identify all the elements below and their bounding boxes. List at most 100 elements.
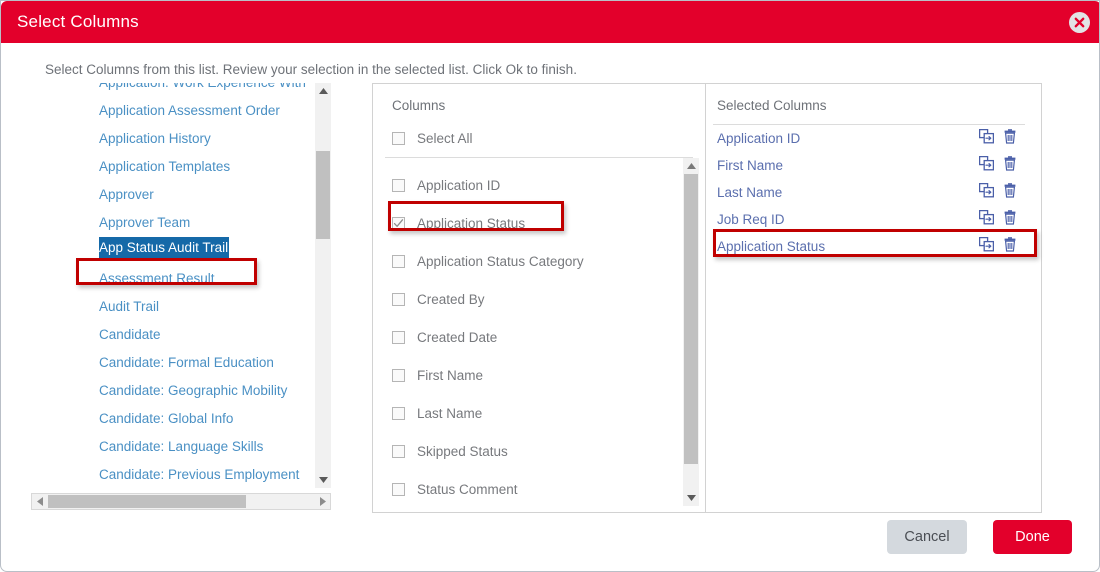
scroll-up-arrow-icon[interactable] <box>315 83 331 99</box>
tree-vertical-scrollbar[interactable] <box>315 83 331 488</box>
column-checkbox-row-created-date[interactable]: Created Date <box>373 318 683 356</box>
tree-item-app-status-audit-trail[interactable]: App Status Audit Trail <box>99 237 230 258</box>
checkbox-label-last-name: Last Name <box>417 405 483 421</box>
checkbox-application-id[interactable] <box>392 178 405 192</box>
delete-column-icon[interactable] <box>1003 129 1017 144</box>
dialog-titlebar: Select Columns <box>1 1 1099 43</box>
move-column-icon[interactable] <box>979 210 994 225</box>
move-column-icon[interactable] <box>979 156 994 171</box>
checkbox-label-status-comment: Status Comment <box>417 481 518 497</box>
checkbox-label-first-name: First Name <box>417 367 484 383</box>
selected-column-label-job-req-id: Job Req ID <box>717 212 785 227</box>
selected-column-label-last-name: Last Name <box>717 185 783 200</box>
tree-hscrollbar-thumb[interactable] <box>48 495 246 508</box>
close-x-glyph <box>1074 17 1085 28</box>
tree-horizontal-scrollbar[interactable] <box>31 493 331 510</box>
selected-column-actions <box>979 183 1017 198</box>
checkbox-label-application-status-category: Application Status Category <box>417 253 584 269</box>
tree-item-candidate-global-info[interactable]: Candidate: Global Info <box>31 405 315 433</box>
delete-column-icon[interactable] <box>1003 183 1017 198</box>
columns-panel: Columns Select All Application ID Applica… <box>373 84 705 512</box>
select-all-label: Select All <box>417 130 473 146</box>
tree-item-candidate-previous-employment[interactable]: Candidate: Previous Employment <box>31 461 315 489</box>
check-mark-icon <box>393 218 404 227</box>
tree-item-application-history[interactable]: Application History <box>31 125 315 153</box>
entity-tree-panel[interactable]: Application: Work Experience WithApplica… <box>31 83 331 507</box>
tree-item-audit-trail[interactable]: Audit Trail <box>31 293 315 321</box>
selected-column-label-application-status: Application Status <box>717 239 826 254</box>
delete-column-icon[interactable] <box>1003 210 1017 225</box>
checkbox-label-created-by: Created By <box>417 291 485 307</box>
selected-column-row-application-id[interactable]: Application ID <box>706 125 1042 152</box>
selected-column-row-application-status[interactable]: Application Status <box>706 233 1042 260</box>
scroll-right-arrow-icon[interactable] <box>315 494 330 509</box>
tree-scrollbar-thumb[interactable] <box>316 151 330 239</box>
selected-column-row-first-name[interactable]: First Name <box>706 152 1042 179</box>
selected-columns-header: Selected Columns <box>717 98 827 113</box>
column-checkbox-row-created-by[interactable]: Created By <box>373 280 683 318</box>
cancel-button[interactable]: Cancel <box>887 520 967 554</box>
columns-checkbox-list: Application ID Application Status Applicat… <box>373 166 683 506</box>
tree-item-candidate[interactable]: Candidate <box>31 321 315 349</box>
select-all-row[interactable]: Select All <box>392 128 473 148</box>
selected-column-row-job-req-id[interactable]: Job Req ID <box>706 206 1042 233</box>
selected-column-row-last-name[interactable]: Last Name <box>706 179 1042 206</box>
checkbox-application-status-category[interactable] <box>392 254 405 268</box>
columns-scrollbar-thumb[interactable] <box>684 174 698 464</box>
tree-item-candidate-formal-education[interactable]: Candidate: Formal Education <box>31 349 315 377</box>
column-checkbox-row-skipped-status[interactable]: Skipped Status <box>373 432 683 470</box>
checkbox-label-application-id: Application ID <box>417 177 501 193</box>
tree-item-application-templates[interactable]: Application Templates <box>31 153 315 181</box>
columns-selection-container: Columns Select All Application ID Applica… <box>372 83 1042 513</box>
tree-item-application-work-experience-with[interactable]: Application: Work Experience With <box>31 83 315 97</box>
checkbox-first-name[interactable] <box>392 368 405 382</box>
checkbox-label-created-date: Created Date <box>417 329 498 345</box>
scroll-left-arrow-icon[interactable] <box>32 494 47 509</box>
selected-column-label-application-id: Application ID <box>717 131 801 146</box>
columns-panel-header: Columns <box>392 98 446 113</box>
column-checkbox-row-first-name[interactable]: First Name <box>373 356 683 394</box>
selected-column-actions <box>979 129 1017 144</box>
tree-item-assessment-result[interactable]: Assessment Result <box>31 265 315 293</box>
dialog-instruction: Select Columns from this list. Review yo… <box>45 62 577 77</box>
columns-scroll-down-arrow-icon[interactable] <box>683 490 699 506</box>
selected-columns-list: Application ID First Name Last Name Job Req… <box>706 125 1042 260</box>
checkbox-created-by[interactable] <box>392 292 405 306</box>
columns-header-separator <box>385 157 693 158</box>
checkbox-label-skipped-status: Skipped Status <box>417 443 508 459</box>
tree-item-approver-team[interactable]: Approver Team <box>31 209 315 237</box>
checkbox-created-date[interactable] <box>392 330 405 344</box>
checkbox-last-name[interactable] <box>392 406 405 420</box>
delete-column-icon[interactable] <box>1003 156 1017 171</box>
checkbox-application-status[interactable] <box>392 216 405 230</box>
selected-column-actions <box>979 237 1017 252</box>
done-button[interactable]: Done <box>993 520 1072 554</box>
move-column-icon[interactable] <box>979 183 994 198</box>
checkbox-skipped-status[interactable] <box>392 444 405 458</box>
tree-item-candidate-geographic-mobility[interactable]: Candidate: Geographic Mobility <box>31 377 315 405</box>
columns-vertical-scrollbar[interactable] <box>683 158 699 506</box>
checkbox-status-comment[interactable] <box>392 482 405 496</box>
selected-column-label-first-name: First Name <box>717 158 784 173</box>
tree-item-row: App Status Audit Trail <box>31 237 315 265</box>
column-checkbox-row-last-name[interactable]: Last Name <box>373 394 683 432</box>
tree-item-candidate-language-skills[interactable]: Candidate: Language Skills <box>31 433 315 461</box>
close-icon[interactable] <box>1069 12 1090 33</box>
tree-item-approver[interactable]: Approver <box>31 181 315 209</box>
columns-scroll-up-arrow-icon[interactable] <box>683 158 699 174</box>
delete-column-icon[interactable] <box>1003 237 1017 252</box>
tree-item-application-assessment-order[interactable]: Application Assessment Order <box>31 97 315 125</box>
column-checkbox-row-status-comment[interactable]: Status Comment <box>373 470 683 506</box>
move-column-icon[interactable] <box>979 237 994 252</box>
entity-tree-list: Application: Work Experience WithApplica… <box>31 83 315 489</box>
select-all-checkbox[interactable] <box>392 131 405 145</box>
dialog-title: Select Columns <box>17 12 139 31</box>
selected-column-actions <box>979 156 1017 171</box>
column-checkbox-row-application-status-category[interactable]: Application Status Category <box>373 242 683 280</box>
checkbox-label-application-status: Application Status <box>417 215 526 231</box>
selected-columns-panel: Selected Columns Application ID First Nam… <box>706 84 1042 512</box>
scroll-down-arrow-icon[interactable] <box>315 472 331 488</box>
column-checkbox-row-application-id[interactable]: Application ID <box>373 166 683 204</box>
column-checkbox-row-application-status[interactable]: Application Status <box>373 204 683 242</box>
move-column-icon[interactable] <box>979 129 994 144</box>
